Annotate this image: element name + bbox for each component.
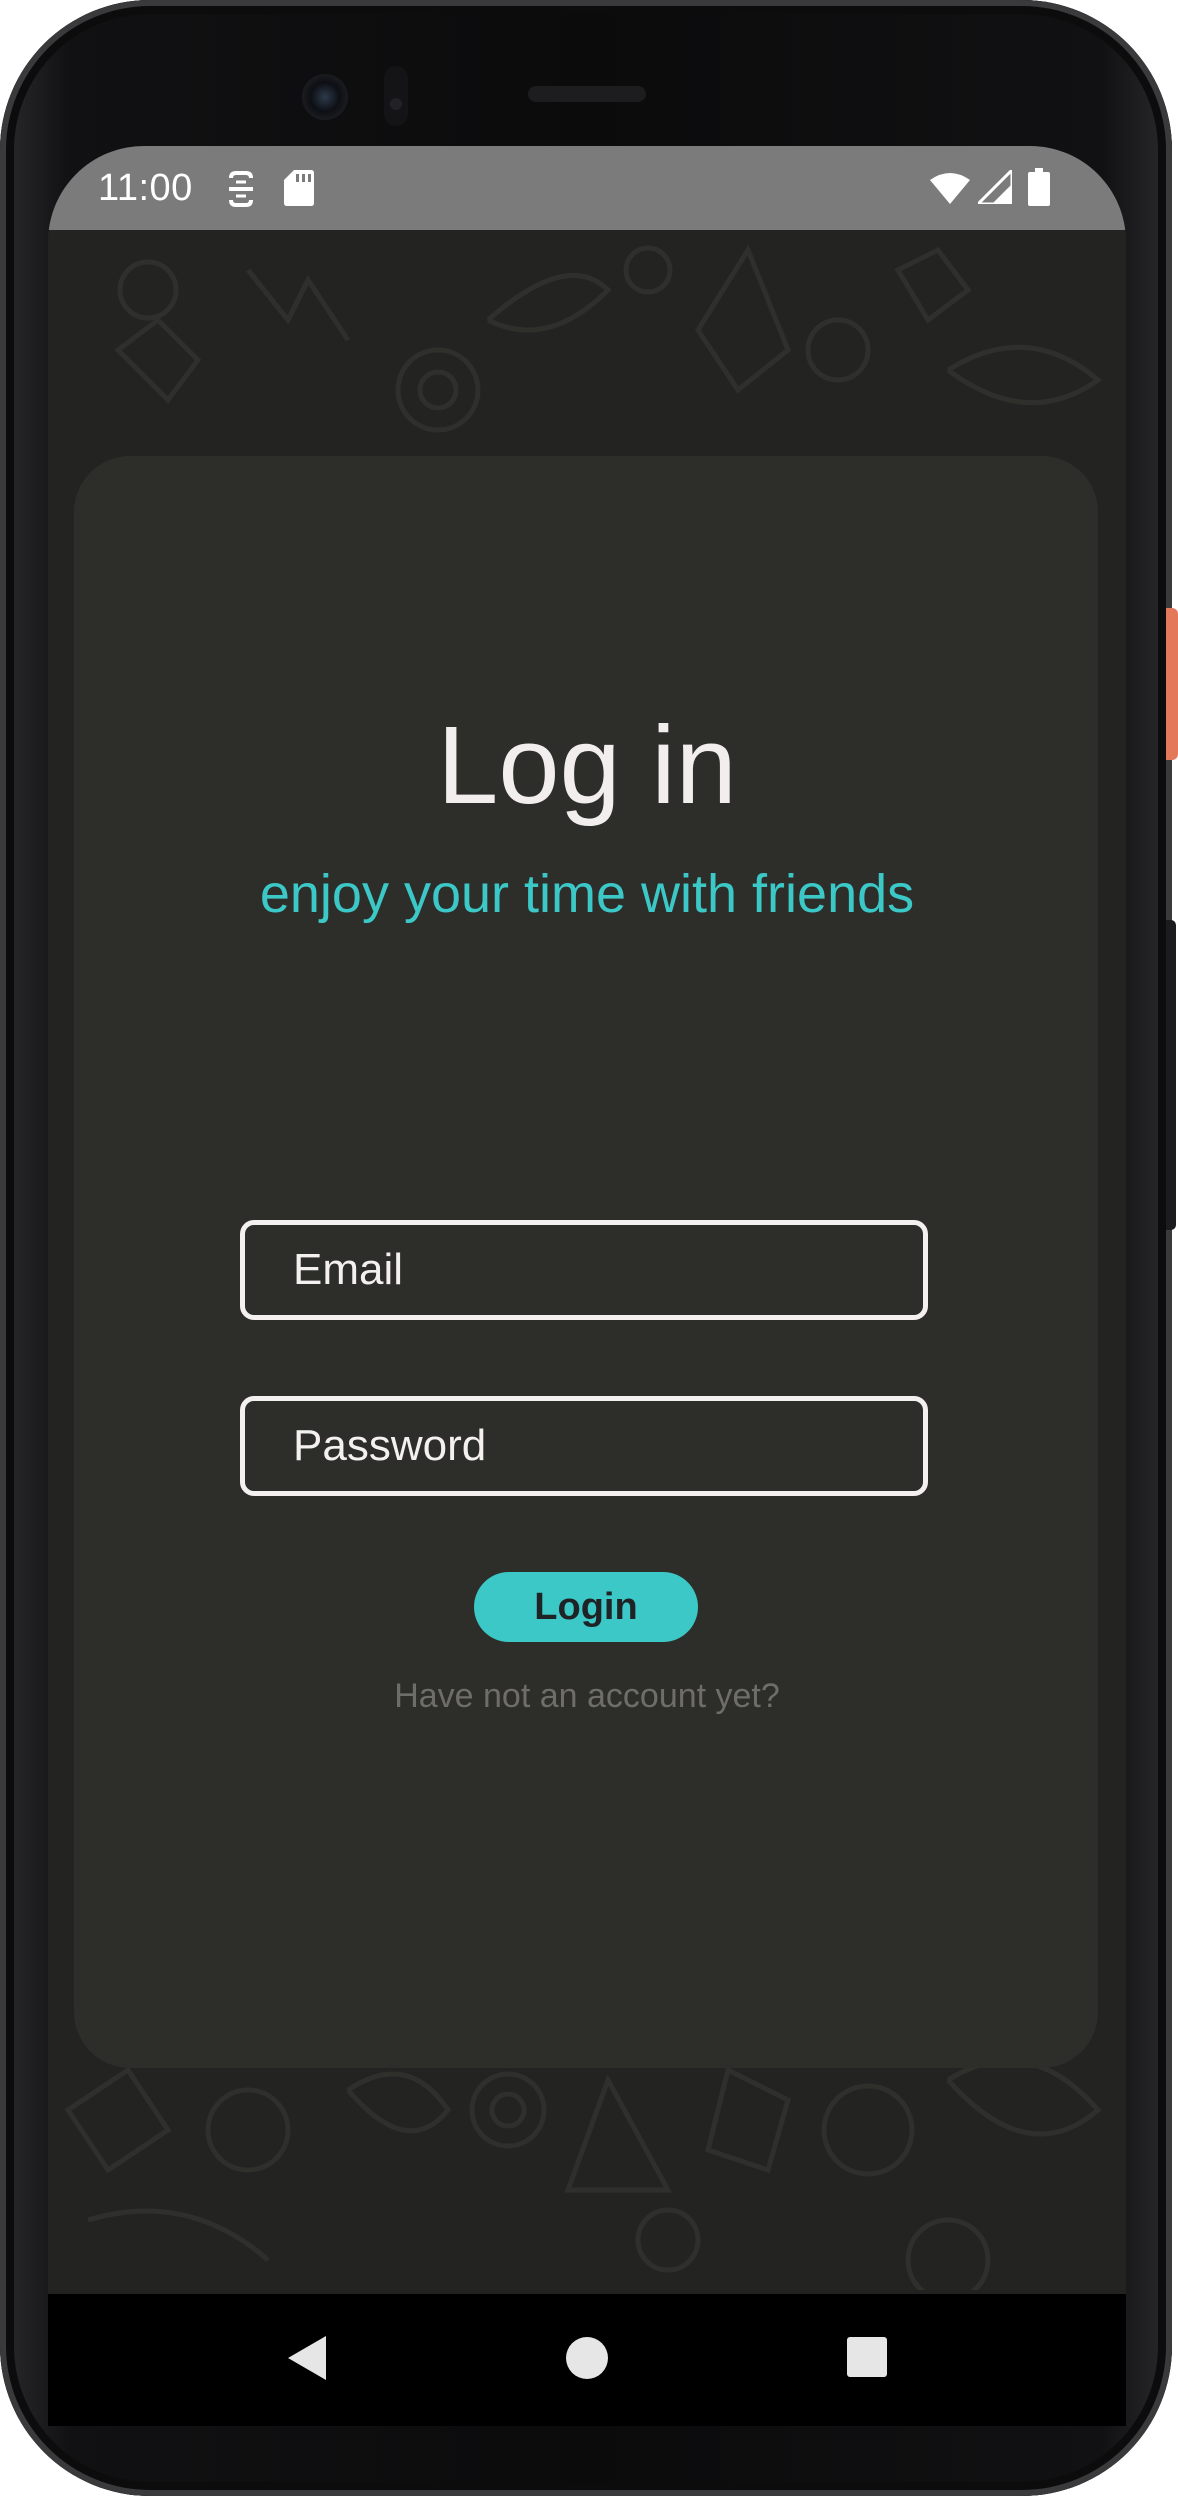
wifi-icon xyxy=(930,172,970,209)
battery-icon xyxy=(1028,168,1050,211)
page-subtitle: enjoy your time with friends xyxy=(259,864,915,924)
volume-button xyxy=(1166,920,1176,1230)
sd-card-icon xyxy=(284,170,314,211)
page-title: Log in xyxy=(437,704,737,827)
signup-link[interactable]: Have not an account yet? xyxy=(48,1676,1126,1716)
power-button xyxy=(1166,608,1178,760)
cell-signal-icon xyxy=(974,166,1014,209)
login-button[interactable]: Login xyxy=(474,1572,698,1642)
password-field[interactable] xyxy=(240,1396,928,1496)
front-camera xyxy=(302,74,348,120)
back-icon[interactable] xyxy=(284,2332,330,2389)
phone-frame: 11:00 Log in enjoy your time with friend… xyxy=(0,0,1178,2496)
home-icon[interactable] xyxy=(564,2332,610,2389)
navigation-bar xyxy=(48,2294,1126,2426)
status-time: 11:00 xyxy=(98,167,193,209)
proximity-sensor xyxy=(384,66,408,126)
status-bar: 11:00 xyxy=(48,146,1126,230)
earpiece-speaker xyxy=(528,86,646,102)
data-saver-icon xyxy=(226,170,256,213)
screen: 11:00 Log in enjoy your time with friend… xyxy=(48,146,1126,2426)
email-field[interactable] xyxy=(240,1220,928,1320)
recents-icon[interactable] xyxy=(844,2332,890,2389)
